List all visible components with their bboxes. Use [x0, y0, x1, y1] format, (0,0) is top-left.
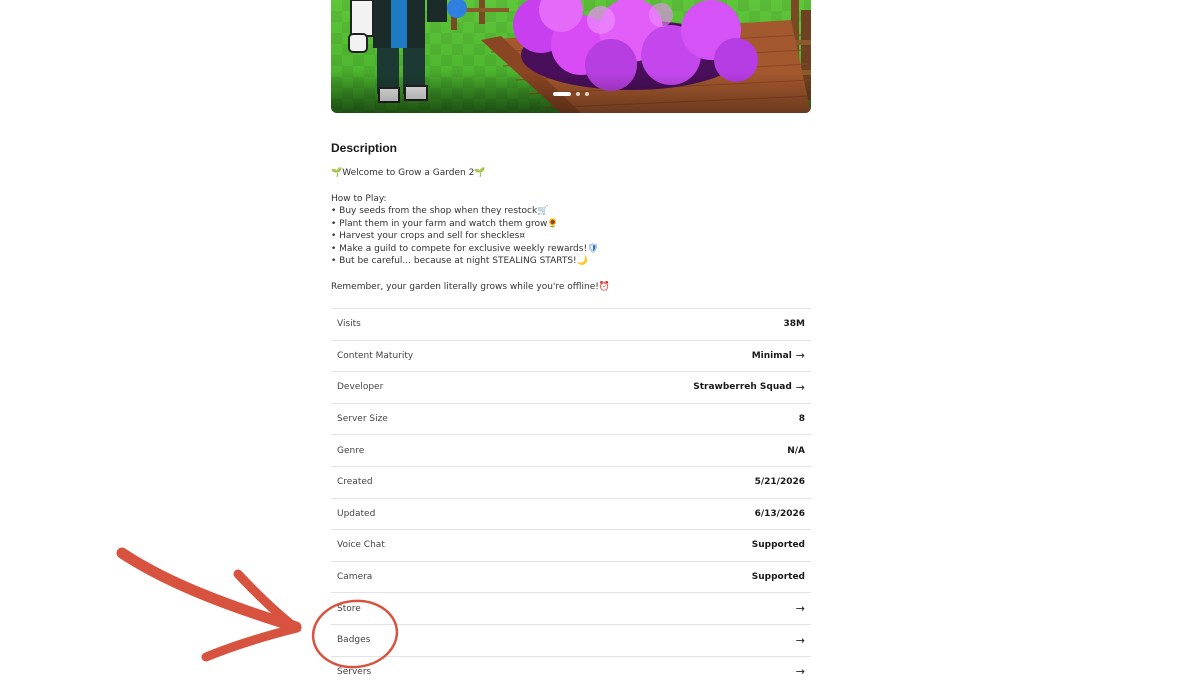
annotation-arrow [116, 547, 302, 662]
info-row-camera: Camera Supported [331, 560, 811, 593]
shield-icon: 🛡 [587, 243, 599, 254]
row-label: Store [337, 603, 361, 614]
bullet-text: • Harvest your crops and sell for sheckl… [331, 231, 520, 241]
sunflower-icon: 🌻 [547, 218, 559, 229]
alarm-clock-icon: ⏰ [598, 281, 611, 292]
info-row-developer[interactable]: Developer Strawberreh Squad → [331, 371, 811, 403]
row-label: Created [337, 477, 373, 488]
sprout-icon: 🌱 [331, 168, 343, 178]
row-value[interactable]: → [796, 665, 805, 678]
bullet-line: • Buy seeds from the shop when they rest… [331, 205, 610, 218]
row-label: Developer [337, 382, 384, 393]
sprout-icon: 🌱 [474, 168, 486, 178]
row-label: Badges [337, 635, 371, 646]
row-label: Content Maturity [337, 350, 414, 361]
info-row-servers[interactable]: Servers → [331, 655, 811, 687]
row-value: 6/13/2026 [755, 509, 805, 519]
value-text: N/A [787, 445, 805, 456]
description-heading: Description [331, 141, 398, 155]
row-value[interactable]: → [796, 602, 805, 615]
value-text: Supported [751, 540, 805, 551]
info-row-created: Created 5/21/2026 [331, 465, 811, 498]
row-value: 38M [784, 319, 805, 329]
info-row-voice-chat: Voice Chat Supported [331, 529, 811, 561]
remember-text: Remember, your garden literally grows wh… [331, 281, 599, 292]
row-value[interactable]: Strawberreh Squad → [693, 381, 805, 394]
row-label: Visits [337, 319, 361, 330]
row-value[interactable]: Minimal → [752, 349, 805, 362]
carousel-dot-2[interactable] [576, 92, 580, 96]
bullet-line: • Plant them in your farm and watch them… [331, 218, 610, 231]
carousel-dot-3[interactable] [585, 92, 589, 96]
value-text: 6/13/2026 [754, 508, 805, 519]
row-label: Camera [337, 572, 373, 583]
remember-line: Remember, your garden literally grows wh… [331, 281, 610, 294]
value-text: Supported [751, 572, 805, 583]
arrow-right-icon[interactable]: → [796, 665, 805, 678]
info-row-badges[interactable]: Badges → [331, 623, 811, 656]
value-text: Minimal [751, 350, 792, 361]
row-label: Servers [337, 666, 372, 677]
info-row-content-maturity[interactable]: Content Maturity Minimal → [331, 339, 811, 372]
row-value: Supported [752, 540, 805, 550]
description-text: 🌱Welcome to Grow a Garden 2🌱 How to Play… [331, 167, 610, 293]
game-thumbnail-carousel[interactable] [331, 0, 811, 113]
bullet-line: • Harvest your crops and sell for sheckl… [331, 230, 610, 243]
row-label: Server Size [337, 414, 388, 425]
bullet-line: • But be careful... because at night STE… [331, 255, 610, 268]
carousel-dot-1[interactable] [553, 92, 571, 96]
row-value: 5/21/2026 [755, 477, 805, 487]
bullet-text: • Buy seeds from the shop when they rest… [331, 206, 538, 216]
carousel-indicator[interactable] [553, 92, 589, 96]
row-label: Voice Chat [337, 540, 385, 551]
arrow-right-icon[interactable]: → [796, 349, 805, 362]
bullet-text: • But be careful... because at night STE… [331, 256, 577, 266]
value-text: 5/21/2026 [754, 477, 805, 488]
row-value: N/A [787, 446, 805, 456]
row-label: Updated [337, 508, 376, 519]
row-label: Genre [337, 445, 365, 456]
value-text: 8 [798, 414, 805, 425]
bullet-text: • Plant them in your farm and watch them… [331, 218, 548, 229]
row-value: Supported [752, 572, 805, 582]
bullet-text: • Make a guild to compete for exclusive … [331, 243, 588, 254]
info-row-server-size: Server Size 8 [331, 402, 811, 435]
info-row-genre: Genre N/A [331, 434, 811, 466]
game-info-table: Visits 38M Content Maturity Minimal → Dev… [331, 308, 811, 687]
info-row-updated: Updated 6/13/2026 [331, 497, 811, 530]
info-row-visits: Visits 38M [331, 308, 811, 340]
coin-icon: ¤ [519, 231, 526, 241]
arrow-right-icon[interactable]: → [796, 634, 805, 647]
arrow-right-icon[interactable]: → [796, 602, 805, 615]
bullet-line: • Make a guild to compete for exclusive … [331, 243, 610, 256]
row-value: 8 [799, 414, 805, 424]
info-row-store[interactable]: Store → [331, 592, 811, 624]
how-to-play-label: How to Play: [331, 193, 387, 204]
moon-icon: 🌙 [576, 256, 588, 266]
shopping-cart-icon: 🛒 [537, 206, 549, 216]
value-text: 38M [783, 319, 805, 330]
welcome-text: Welcome to Grow a Garden 2 [342, 168, 475, 178]
row-value[interactable]: → [796, 634, 805, 647]
arrow-right-icon[interactable]: → [796, 381, 805, 394]
description-welcome-line: 🌱Welcome to Grow a Garden 2🌱 [331, 167, 610, 180]
developer-link[interactable]: Strawberreh Squad [693, 382, 792, 392]
